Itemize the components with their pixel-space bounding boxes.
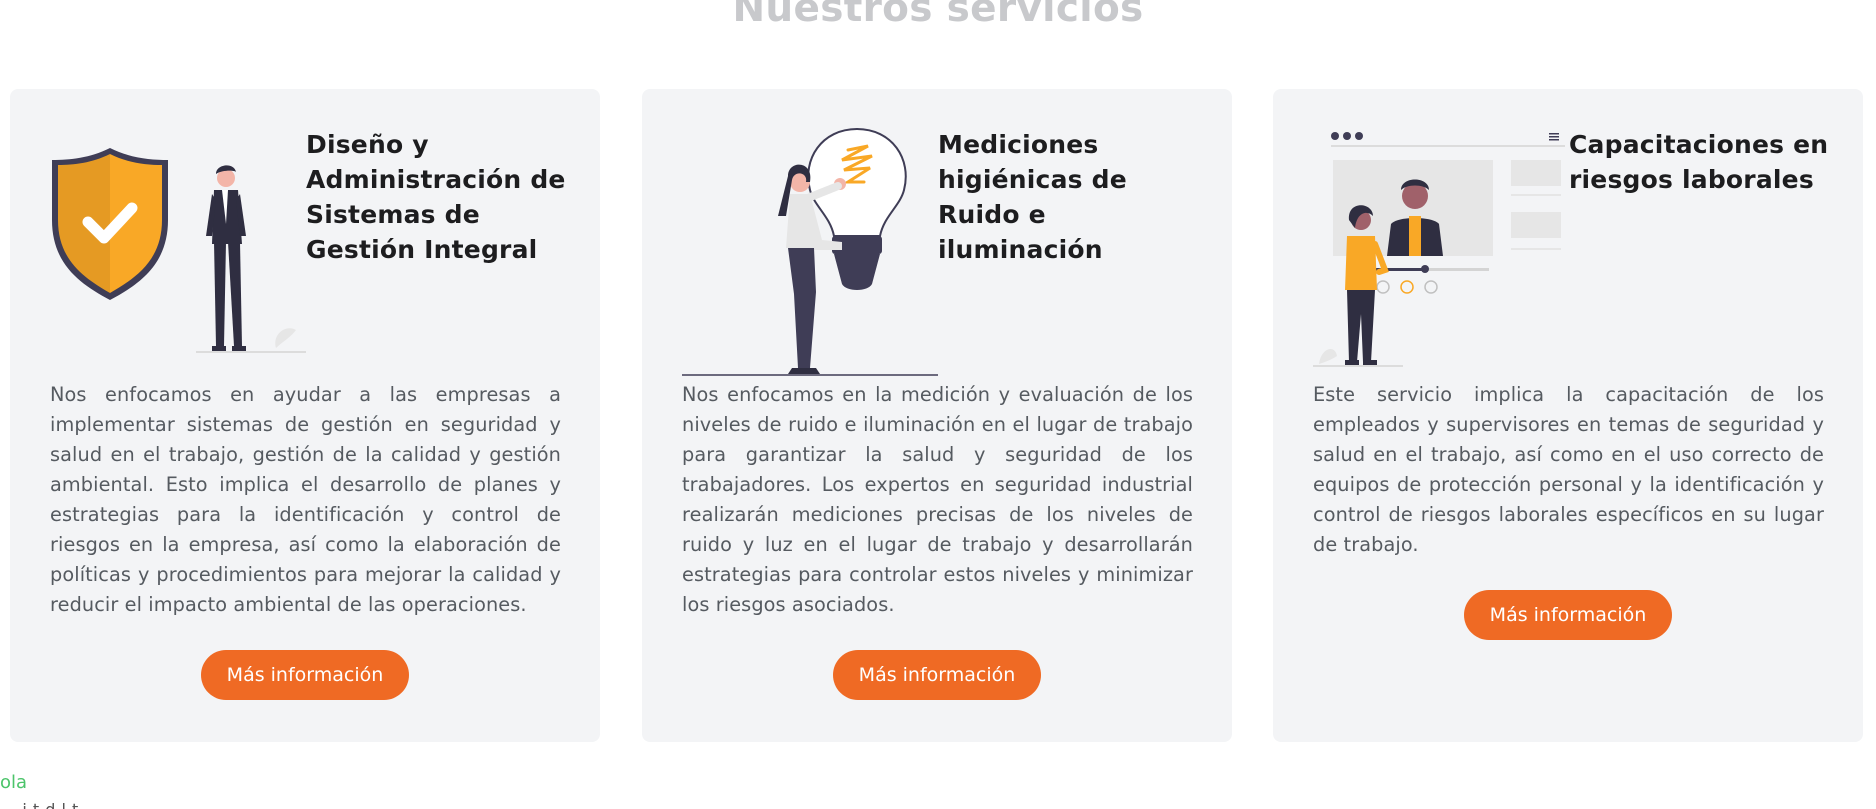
card-title: Mediciones higiénicas de Ruido e ilumina…: [938, 130, 1127, 264]
service-card-mediciones: Mediciones higiénicas de Ruido e ilumina…: [642, 89, 1232, 742]
card-description: Este servicio implica la capacitación de…: [1313, 383, 1824, 556]
service-card-sgi: Diseño y Administración de Sistemas de G…: [10, 89, 600, 742]
card-description: Nos enfocamos en la medición y evaluació…: [682, 383, 1193, 616]
shield-person-illustration: [52, 148, 306, 353]
more-info-button[interactable]: Más información: [833, 650, 1041, 700]
section-title: Nuestros servicios: [732, 0, 1144, 31]
service-card-capacitaciones: Capacitaciones en riesgos laborales Este…: [1273, 89, 1863, 742]
footer-partial-text: ... i t d l t: [0, 800, 79, 809]
more-info-button[interactable]: Más información: [1464, 590, 1672, 640]
card-description: Nos enfocamos en ayudar a las empresas a…: [50, 383, 561, 616]
services-page: Nuestros servicios Diseño y Administraci…: [0, 0, 1876, 809]
footer-link[interactable]: ola: [0, 772, 27, 793]
lightbulb-person-illustration: [682, 127, 938, 376]
video-call-illustration: [1313, 132, 1565, 367]
more-info-button[interactable]: Más información: [201, 650, 409, 700]
card-title: Diseño y Administración de Sistemas de G…: [306, 130, 566, 264]
card-title: Capacitaciones en riesgos laborales: [1569, 130, 1829, 194]
